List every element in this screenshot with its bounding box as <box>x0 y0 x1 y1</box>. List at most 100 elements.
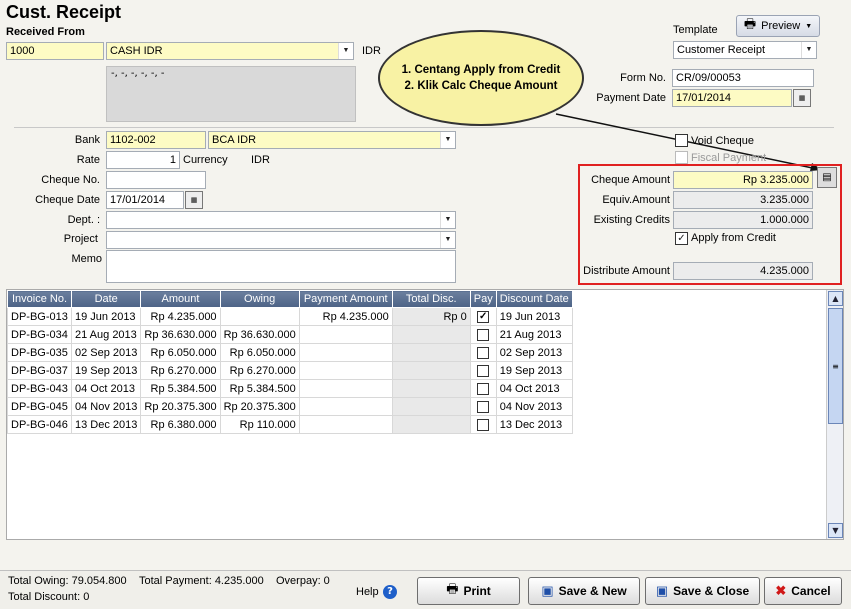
owing-cell[interactable]: Rp 5.384.500 <box>219 379 300 398</box>
vertical-scrollbar[interactable]: ▲ ≡ ▼ <box>826 290 843 539</box>
pay-checkbox[interactable] <box>477 418 490 431</box>
column-header[interactable]: Amount <box>140 290 221 308</box>
payment-amount-cell[interactable] <box>298 379 393 398</box>
discount-date-cell[interactable]: 19 Sep 2013 <box>495 361 573 380</box>
amount-cell[interactable]: Rp 6.270.000 <box>140 361 221 380</box>
pay-checkbox[interactable] <box>477 400 490 413</box>
bank-name-select[interactable]: BCA IDR ▼ <box>208 131 456 149</box>
save-close-button[interactable]: ▣ Save & Close <box>645 577 760 605</box>
dept-select[interactable]: ▼ <box>106 211 456 229</box>
scroll-up-icon[interactable]: ▲ <box>828 291 843 306</box>
pay-checkbox[interactable] <box>477 382 490 395</box>
chevron-down-icon[interactable]: ▼ <box>440 232 455 248</box>
payment-amount-cell[interactable]: Rp 4.235.000 <box>298 307 393 326</box>
cheque-no-input[interactable] <box>106 171 206 189</box>
column-header[interactable]: Pay <box>469 290 497 308</box>
table-row[interactable]: DP-BG-013 19 Jun 2013 Rp 4.235.000 Rp 4.235… <box>7 307 573 326</box>
date-cell[interactable]: 21 Aug 2013 <box>70 325 142 344</box>
column-header[interactable]: Payment Amount <box>298 290 393 308</box>
pay-cell[interactable] <box>469 397 497 416</box>
payment-amount-cell[interactable] <box>298 361 393 380</box>
amount-cell[interactable]: Rp 36.630.000 <box>140 325 221 344</box>
date-cell[interactable]: 13 Dec 2013 <box>70 415 142 434</box>
table-row[interactable]: DP-BG-043 04 Oct 2013 Rp 5.384.500 Rp 5.384… <box>7 379 573 398</box>
chevron-down-icon[interactable]: ▼ <box>440 212 455 228</box>
payment-amount-cell[interactable] <box>298 325 393 344</box>
calendar-icon[interactable]: ▦ <box>185 191 203 209</box>
pay-checkbox[interactable] <box>477 364 490 377</box>
date-cell[interactable]: 04 Nov 2013 <box>70 397 142 416</box>
table-row[interactable]: DP-BG-045 04 Nov 2013 Rp 20.375.300 Rp 20.3… <box>7 397 573 416</box>
discount-date-cell[interactable]: 21 Aug 2013 <box>495 325 573 344</box>
total-disc-cell[interactable] <box>391 415 471 434</box>
table-row[interactable]: DP-BG-046 13 Dec 2013 Rp 6.380.000 Rp 110.0… <box>7 415 573 434</box>
table-row[interactable]: DP-BG-037 19 Sep 2013 Rp 6.270.000 Rp 6.270… <box>7 361 573 380</box>
cheque-amount-input[interactable]: Rp 3.235.000 <box>673 171 813 189</box>
chevron-down-icon[interactable]: ▼ <box>440 132 455 148</box>
date-cell[interactable]: 19 Sep 2013 <box>70 361 142 380</box>
discount-date-cell[interactable]: 04 Nov 2013 <box>495 397 573 416</box>
payment-amount-cell[interactable] <box>298 343 393 362</box>
amount-cell[interactable]: Rp 6.380.000 <box>140 415 221 434</box>
owing-cell[interactable]: Rp 6.270.000 <box>219 361 300 380</box>
invoice-no-cell[interactable]: DP-BG-045 <box>7 397 72 416</box>
apply-from-credit-checkbox[interactable]: ✓ <box>675 232 688 245</box>
rate-input[interactable]: 1 <box>106 151 180 169</box>
date-cell[interactable]: 19 Jun 2013 <box>70 307 142 326</box>
fiscal-payment-checkbox[interactable] <box>675 151 688 164</box>
total-disc-cell[interactable]: Rp 0 <box>391 307 471 326</box>
print-button[interactable]: 🖶 Print <box>417 577 520 605</box>
owing-cell[interactable] <box>219 307 300 326</box>
date-cell[interactable]: 02 Sep 2013 <box>70 343 142 362</box>
amount-cell[interactable]: Rp 20.375.300 <box>140 397 221 416</box>
pay-cell[interactable] <box>469 415 497 434</box>
invoice-no-cell[interactable]: DP-BG-035 <box>7 343 72 362</box>
total-disc-cell[interactable] <box>391 325 471 344</box>
table-row[interactable]: DP-BG-035 02 Sep 2013 Rp 6.050.000 Rp 6.050… <box>7 343 573 362</box>
discount-date-cell[interactable]: 13 Dec 2013 <box>495 415 573 434</box>
help-icon[interactable]: ? <box>383 585 397 599</box>
column-header[interactable]: Invoice No. <box>7 290 72 308</box>
column-header[interactable]: Discount Date <box>495 290 573 308</box>
discount-date-cell[interactable]: 02 Sep 2013 <box>495 343 573 362</box>
pay-cell[interactable]: ✓ <box>469 307 497 326</box>
total-disc-cell[interactable] <box>391 397 471 416</box>
amount-cell[interactable]: Rp 6.050.000 <box>140 343 221 362</box>
invoice-no-cell[interactable]: DP-BG-046 <box>7 415 72 434</box>
cheque-date-input[interactable]: 17/01/2014 <box>106 191 184 209</box>
pay-cell[interactable] <box>469 379 497 398</box>
discount-date-cell[interactable]: 04 Oct 2013 <box>495 379 573 398</box>
bank-code-input[interactable]: 1102-002 <box>106 131 206 149</box>
pay-checkbox[interactable] <box>477 346 490 359</box>
cancel-button[interactable]: ✖ Cancel <box>764 577 842 605</box>
invoice-no-cell[interactable]: DP-BG-037 <box>7 361 72 380</box>
date-cell[interactable]: 04 Oct 2013 <box>70 379 142 398</box>
column-header[interactable]: Date <box>70 290 142 308</box>
project-select[interactable]: ▼ <box>106 231 456 249</box>
table-row[interactable]: DP-BG-034 21 Aug 2013 Rp 36.630.000 Rp 36.6… <box>7 325 573 344</box>
scroll-thumb[interactable]: ≡ <box>828 308 843 424</box>
save-new-button[interactable]: ▣ Save & New <box>528 577 640 605</box>
invoice-no-cell[interactable]: DP-BG-013 <box>7 307 72 326</box>
payment-amount-cell[interactable] <box>298 415 393 434</box>
owing-cell[interactable]: Rp 20.375.300 <box>219 397 300 416</box>
owing-cell[interactable]: Rp 36.630.000 <box>219 325 300 344</box>
invoice-no-cell[interactable]: DP-BG-043 <box>7 379 72 398</box>
column-header[interactable]: Owing <box>219 290 300 308</box>
payment-amount-cell[interactable] <box>298 397 393 416</box>
column-header[interactable]: Total Disc. <box>391 290 471 308</box>
owing-cell[interactable]: Rp 110.000 <box>219 415 300 434</box>
total-disc-cell[interactable] <box>391 379 471 398</box>
invoice-no-cell[interactable]: DP-BG-034 <box>7 325 72 344</box>
pay-checkbox[interactable]: ✓ <box>477 310 490 323</box>
discount-date-cell[interactable]: 19 Jun 2013 <box>495 307 573 326</box>
calculator-icon[interactable]: ▤ <box>817 167 837 188</box>
memo-textarea[interactable] <box>106 250 456 283</box>
scroll-down-icon[interactable]: ▼ <box>828 523 843 538</box>
amount-cell[interactable]: Rp 5.384.500 <box>140 379 221 398</box>
owing-cell[interactable]: Rp 6.050.000 <box>219 343 300 362</box>
pay-cell[interactable] <box>469 343 497 362</box>
total-disc-cell[interactable] <box>391 343 471 362</box>
amount-cell[interactable]: Rp 4.235.000 <box>140 307 221 326</box>
void-cheque-checkbox[interactable] <box>675 134 688 147</box>
